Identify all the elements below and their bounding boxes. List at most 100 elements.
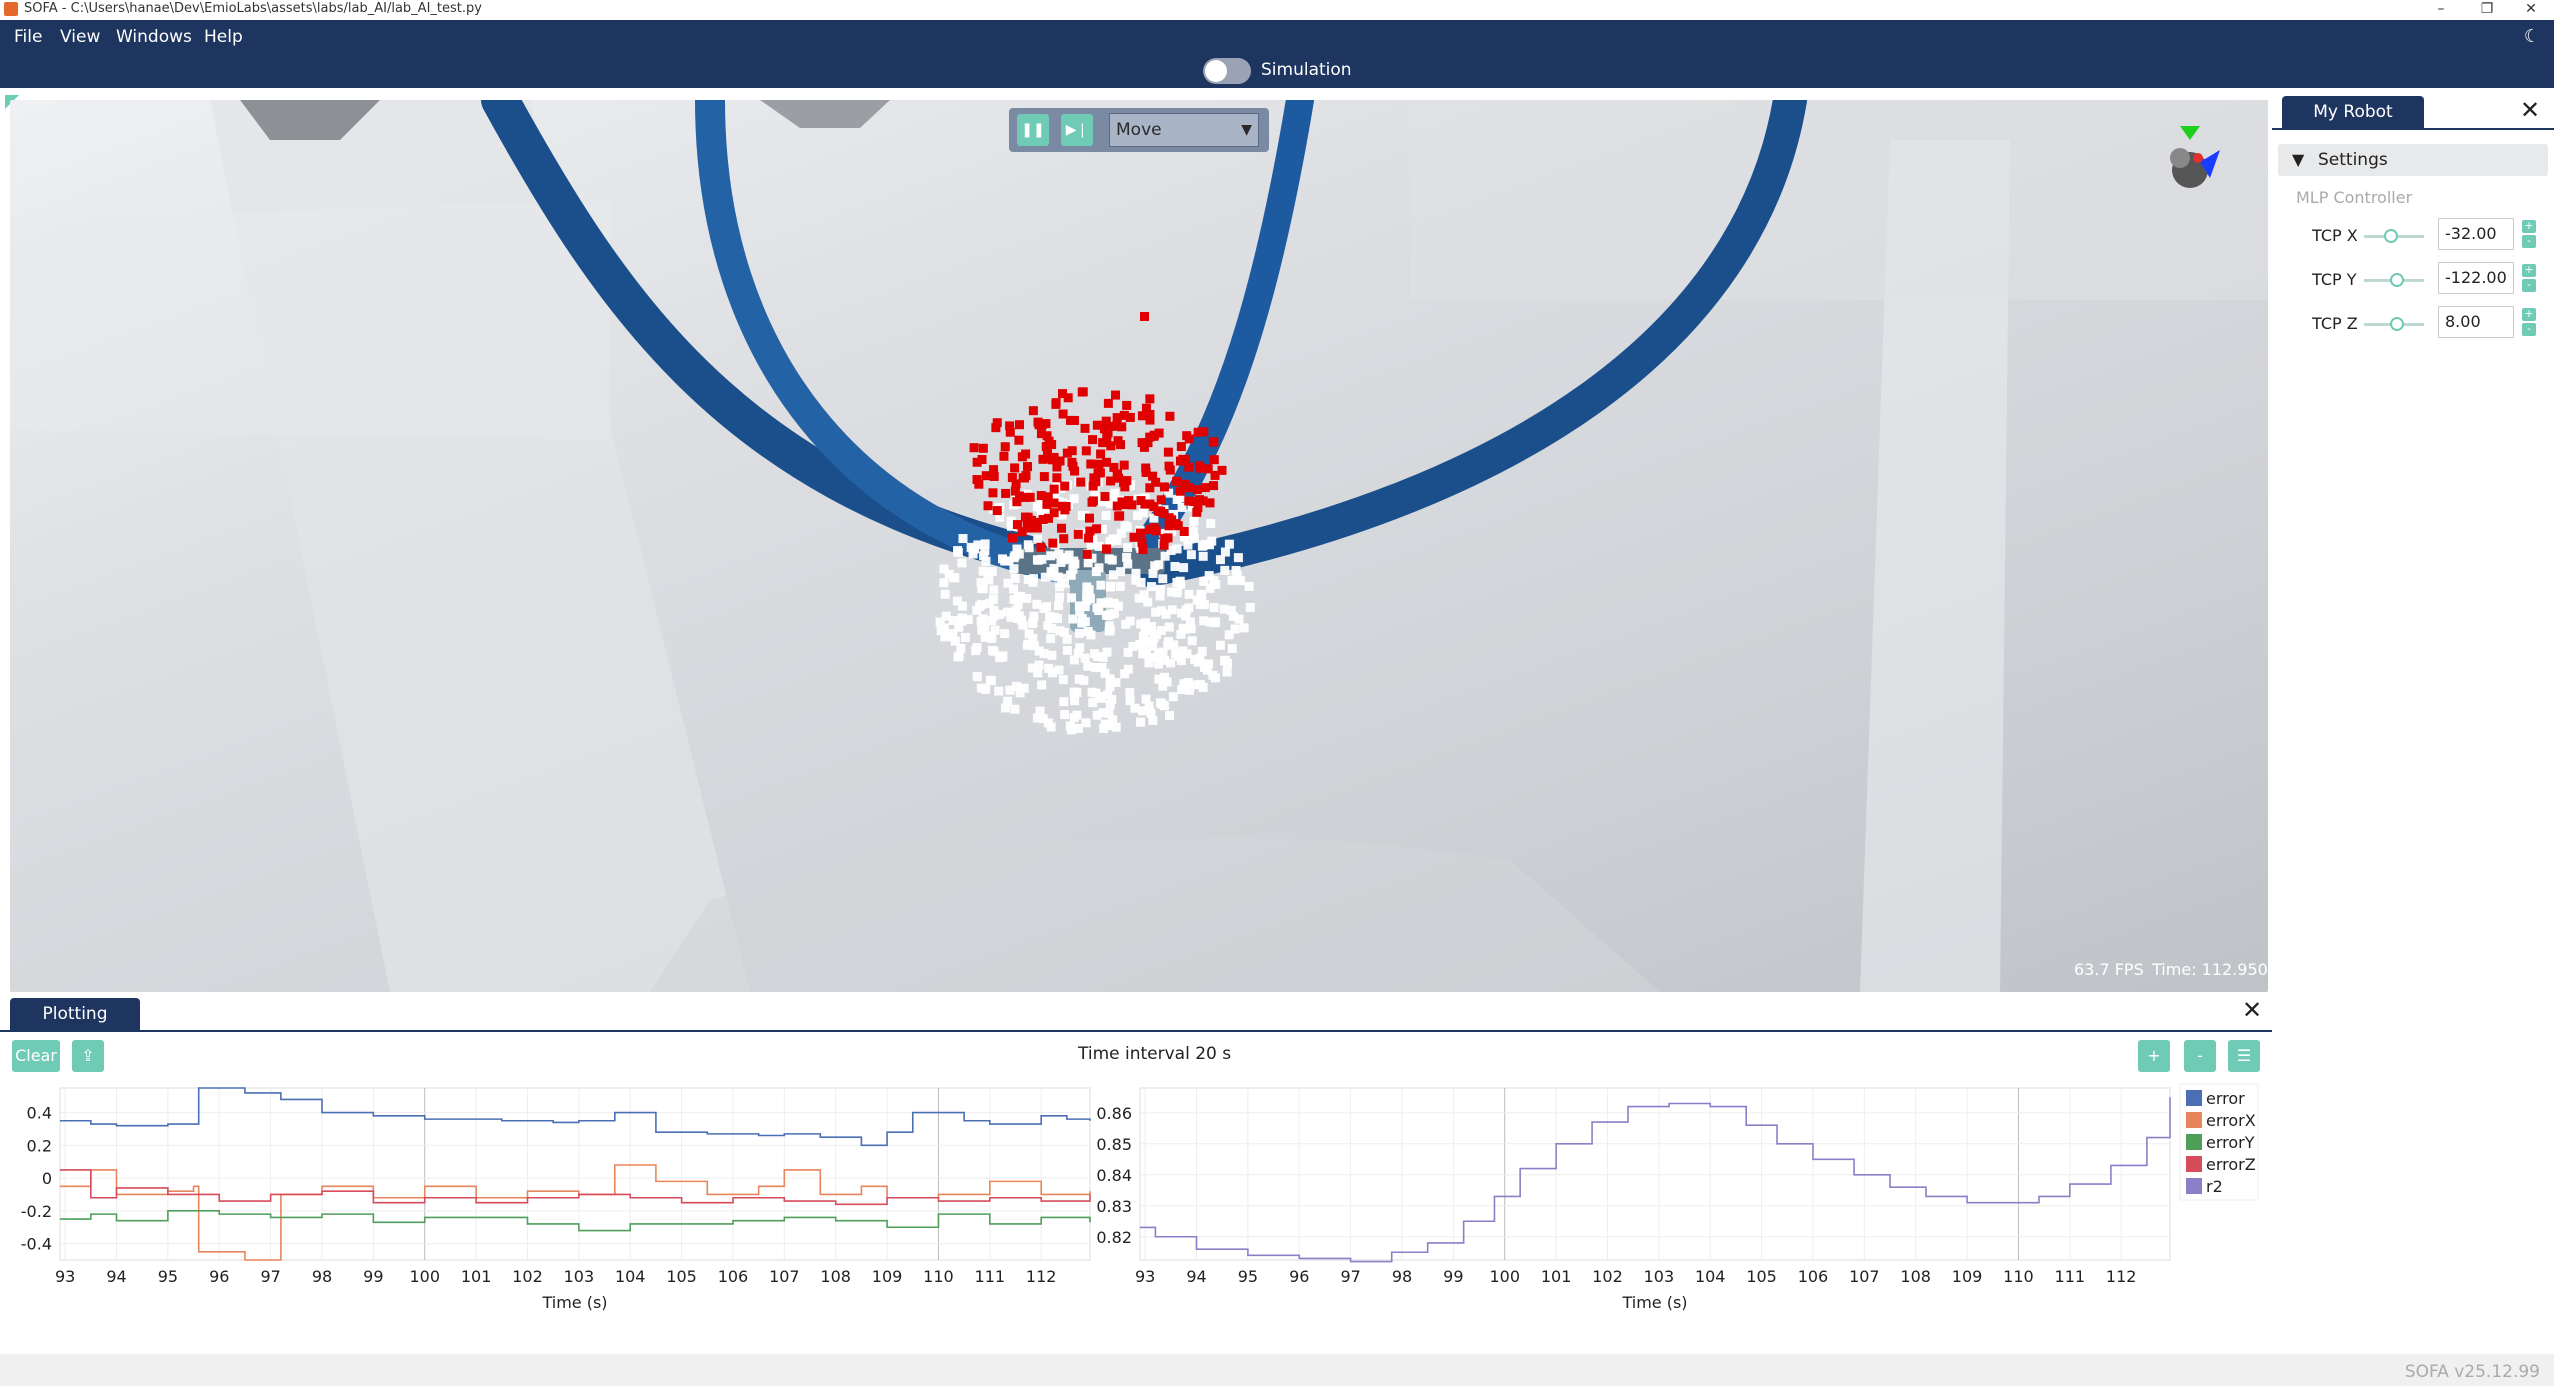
cloud-point (1136, 577, 1146, 587)
cloud-point (1066, 725, 1076, 735)
maximize-button[interactable]: ❐ (2464, 0, 2510, 20)
cloud-point (1074, 674, 1084, 684)
x-tick-label: 96 (1289, 1267, 1309, 1286)
cloud-point (1172, 494, 1182, 504)
sofa-logo-icon (4, 2, 18, 16)
cloud-point (1009, 564, 1019, 574)
tcp-x-decrement-button[interactable]: - (2522, 235, 2536, 248)
menu-windows[interactable]: Windows (116, 26, 192, 48)
target-point (1200, 483, 1210, 493)
tcp-x-field[interactable]: -32.00 (2438, 218, 2514, 250)
window-title: SOFA - C:\Users\hanae\Dev\EmioLabs\asset… (24, 1, 482, 16)
cloud-point (973, 540, 983, 550)
tcp-y-field[interactable]: -122.00 (2438, 262, 2514, 294)
interaction-mode-select[interactable]: Move ▼ (1109, 113, 1259, 147)
x-axis-label: Time (s) (541, 1293, 607, 1312)
zoom-out-button[interactable]: - (2184, 1040, 2216, 1072)
3d-viewport[interactable]: 63.7 FPS Time: 112.950 (10, 100, 2268, 992)
cloud-point (1069, 713, 1079, 723)
pause-button[interactable]: ❚❚ (1017, 114, 1049, 146)
tab-my-robot[interactable]: My Robot (2282, 96, 2424, 128)
tcp-y-increment-button[interactable]: + (2522, 264, 2536, 277)
cloud-point (1009, 594, 1019, 604)
cloud-point (953, 546, 963, 556)
x-tick-label: 112 (1026, 1267, 1057, 1286)
target-point (1005, 427, 1015, 437)
plot-frame (59, 1087, 1091, 1261)
cloud-point (1088, 698, 1098, 708)
cloud-point (1080, 653, 1090, 663)
close-icon[interactable]: ✕ (2242, 996, 2262, 1024)
menu-help[interactable]: Help (204, 26, 243, 48)
cloud-point (1197, 591, 1207, 601)
cloud-point (1195, 679, 1205, 689)
close-icon[interactable]: ✕ (2520, 96, 2540, 124)
tcp-z-slider[interactable] (2364, 317, 2424, 331)
plotting-panel: Plotting ✕ Clear ⇪ Time interval 20 s + … (0, 996, 2272, 1354)
tcp-x-increment-button[interactable]: + (2522, 220, 2536, 233)
slider-knob[interactable] (2390, 317, 2404, 331)
x-tick-label: 111 (2055, 1267, 2086, 1286)
slider-knob[interactable] (2384, 229, 2398, 243)
tab-plotting[interactable]: Plotting (10, 998, 140, 1030)
target-point (1036, 429, 1046, 439)
x-tick-label: 106 (718, 1267, 749, 1286)
target-point (1184, 483, 1194, 493)
y-tick-label: 0.85 (1096, 1135, 1132, 1154)
step-button[interactable]: ▶❘ (1061, 114, 1093, 146)
tcp-z-increment-button[interactable]: + (2522, 308, 2536, 321)
cloud-point (1175, 576, 1185, 586)
target-point (1145, 394, 1155, 404)
cloud-point (1145, 636, 1155, 646)
simulation-toggle[interactable] (1203, 58, 1251, 84)
cloud-point (1154, 648, 1164, 658)
dark-mode-moon-icon[interactable]: ☾ (2524, 26, 2540, 47)
cloud-point (1164, 622, 1174, 632)
menu-file[interactable]: File (14, 26, 42, 48)
cloud-point (1159, 701, 1169, 711)
close-window-button[interactable]: ✕ (2508, 0, 2554, 20)
x-tick-label: 98 (312, 1267, 332, 1286)
x-tick-label: 107 (1849, 1267, 1880, 1286)
target-point (1209, 455, 1219, 465)
target-point (1047, 440, 1057, 450)
cloud-point (1133, 511, 1143, 521)
cloud-point (1211, 579, 1221, 589)
cloud-point (1083, 661, 1093, 671)
settings-header[interactable]: ▼ Settings (2278, 144, 2548, 176)
cloud-point (998, 554, 1008, 564)
target-point (1052, 473, 1062, 483)
target-point (991, 423, 1001, 433)
tcp-x-slider[interactable] (2364, 229, 2424, 243)
x-tick-label: 93 (1135, 1267, 1155, 1286)
slider-knob[interactable] (2390, 273, 2404, 287)
target-point (1145, 432, 1155, 442)
x-tick-label: 109 (1952, 1267, 1983, 1286)
menu-icon[interactable]: ☰ (2228, 1040, 2260, 1072)
zoom-in-button[interactable]: + (2138, 1040, 2170, 1072)
x-tick-label: 105 (666, 1267, 697, 1286)
cloud-point (980, 633, 990, 643)
tcp-y-slider[interactable] (2364, 273, 2424, 287)
cloud-point (1082, 582, 1092, 592)
cloud-point (1112, 535, 1122, 545)
cloud-point (943, 630, 953, 640)
export-icon[interactable]: ⇪ (72, 1040, 104, 1072)
target-point (1089, 473, 1099, 483)
tcp-z-decrement-button[interactable]: - (2522, 323, 2536, 336)
cloud-point (1070, 696, 1080, 706)
tcp-y-decrement-button[interactable]: - (2522, 279, 2536, 292)
cloud-point (1230, 624, 1240, 634)
cloud-point (972, 672, 982, 682)
clear-button[interactable]: Clear (12, 1040, 60, 1072)
cloud-point (1204, 659, 1214, 669)
cloud-point (1028, 574, 1038, 584)
target-marker (1140, 312, 1149, 321)
minimize-button[interactable]: – (2418, 0, 2464, 20)
cloud-point (1092, 710, 1102, 720)
x-tick-label: 102 (512, 1267, 543, 1286)
tcp-z-field[interactable]: 8.00 (2438, 306, 2514, 338)
legend-swatch (2186, 1112, 2202, 1128)
cloud-point (1222, 667, 1232, 677)
menu-view[interactable]: View (60, 26, 100, 48)
